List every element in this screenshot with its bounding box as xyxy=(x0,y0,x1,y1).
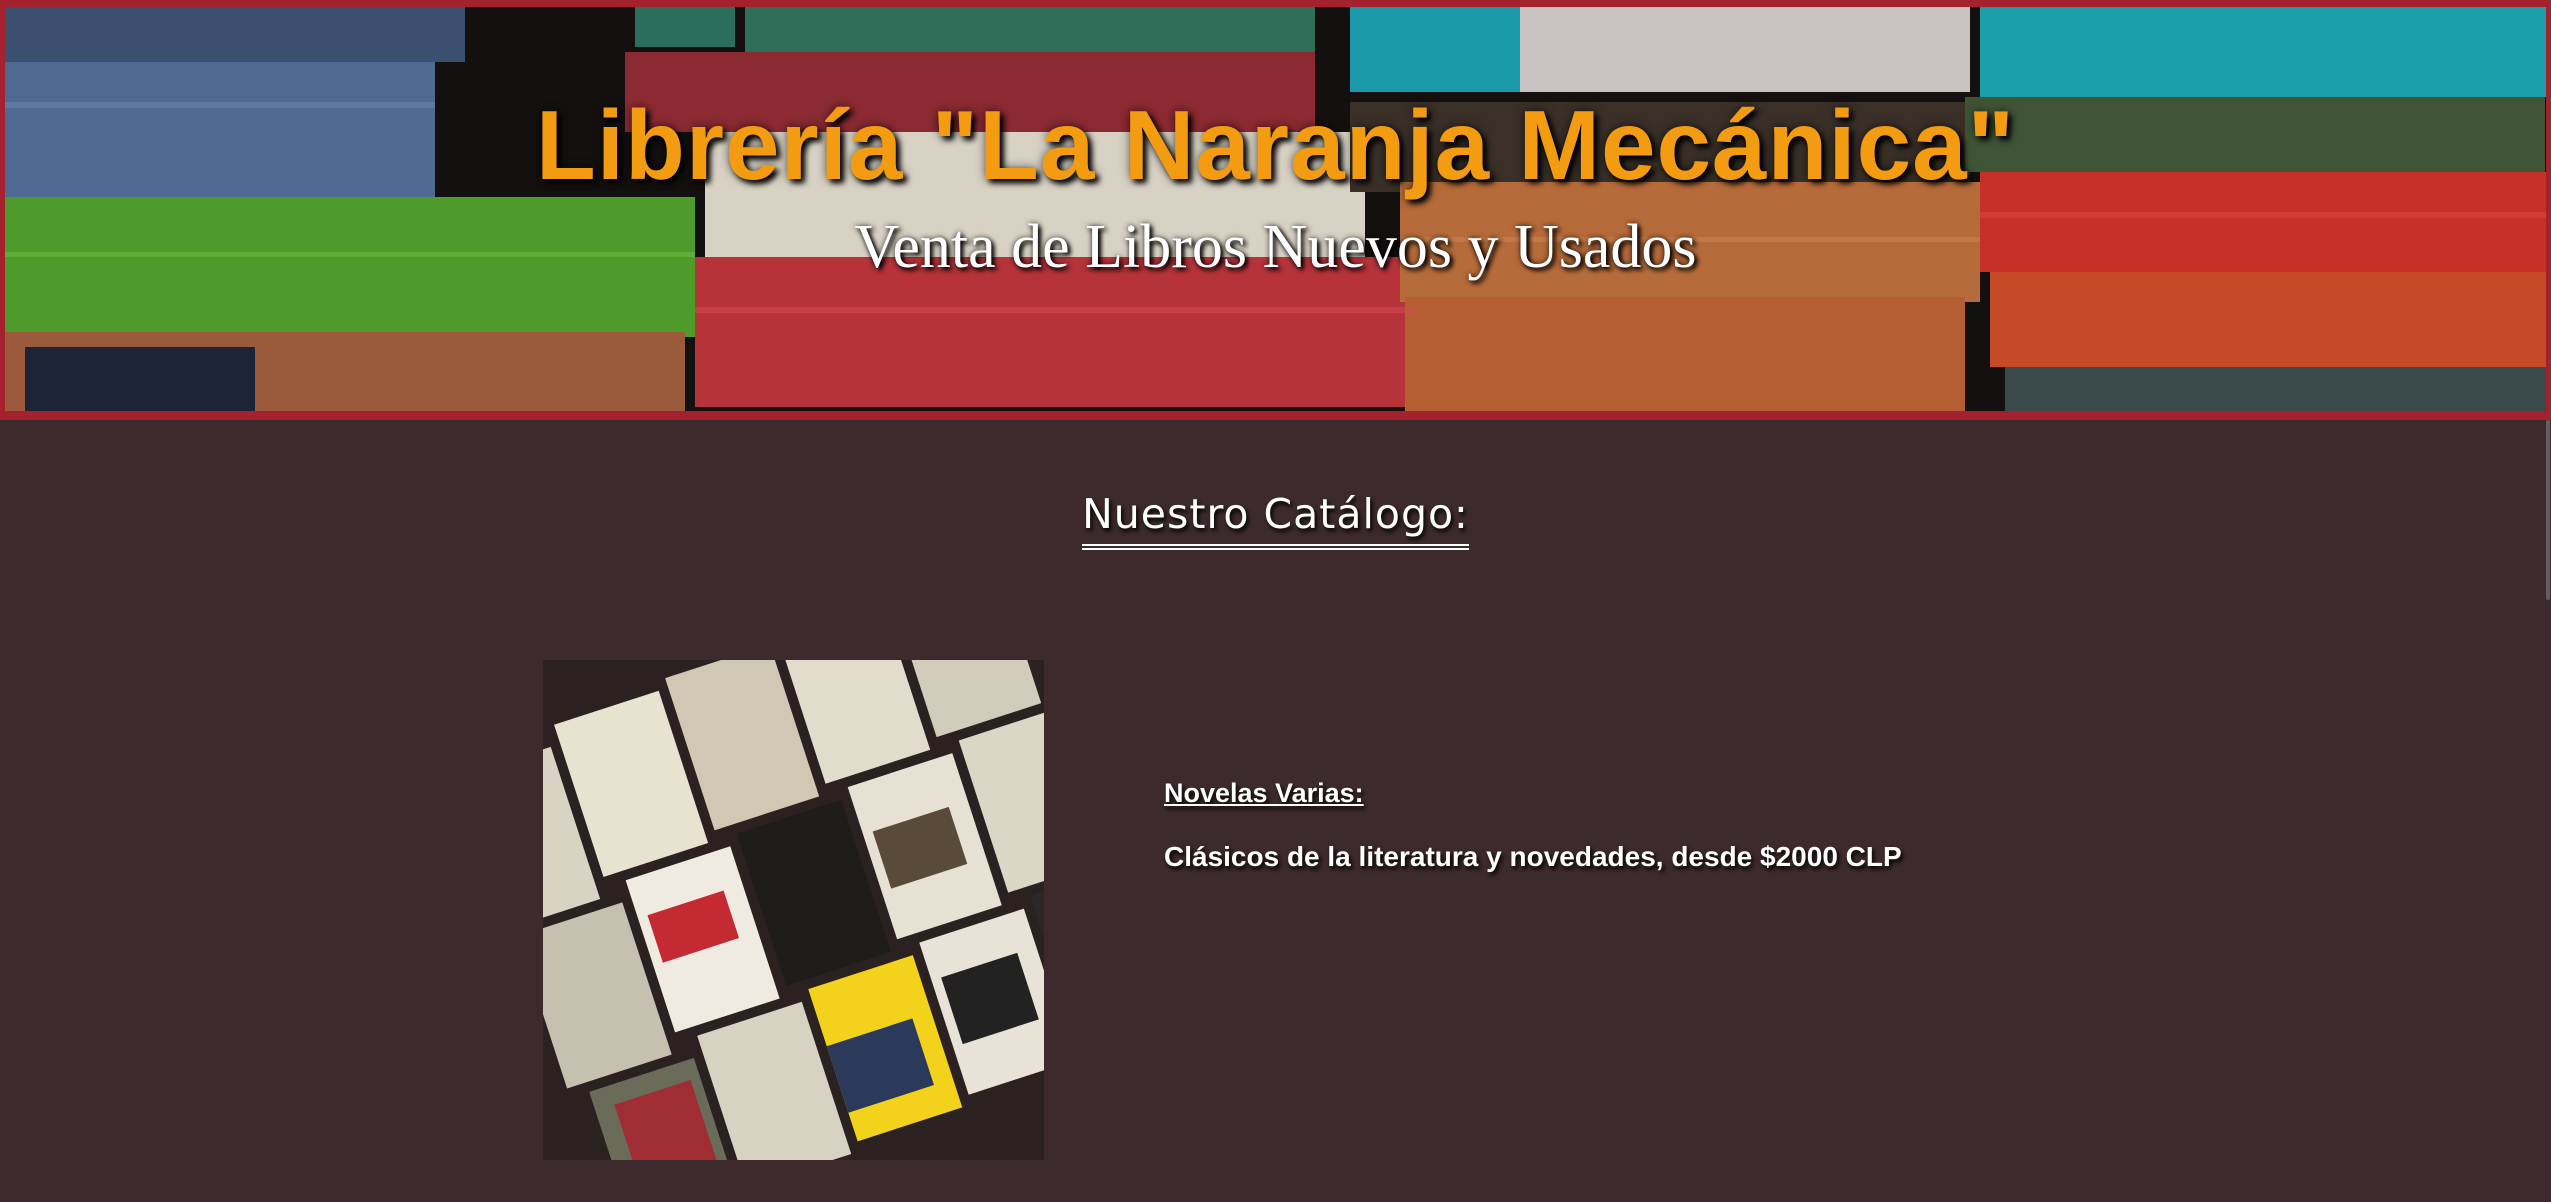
books-banner-image xyxy=(5,7,2546,411)
site-title: Librería "La Naranja Mecánica" xyxy=(535,90,2016,200)
novels-product-image xyxy=(543,660,1044,1160)
header-banner: Librería "La Naranja Mecánica" Venta de … xyxy=(0,0,2551,420)
novels-books-photo xyxy=(543,660,1044,1160)
site-subtitle: Venta de Libros Nuevos y Usados xyxy=(854,213,1697,281)
scrollbar-thumb[interactable] xyxy=(2546,420,2550,600)
page-scrollbar[interactable] xyxy=(2543,420,2551,1202)
product-description: Clásicos de la literatura y novedades, d… xyxy=(1164,841,1902,872)
catalog-heading-text: Nuestro Catálogo: xyxy=(1082,490,1469,550)
product-name[interactable]: Novelas Varias: xyxy=(1164,778,1902,809)
catalog-heading: Nuestro Catálogo: xyxy=(0,490,2551,550)
novels-product-info: Novelas Varias: Clásicos de la literatur… xyxy=(1164,778,1902,873)
